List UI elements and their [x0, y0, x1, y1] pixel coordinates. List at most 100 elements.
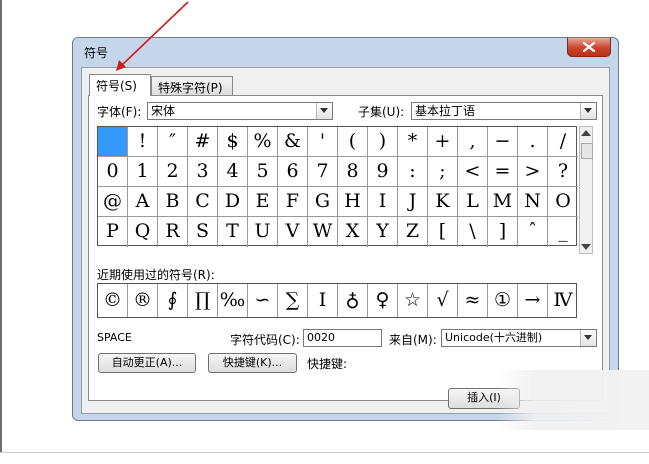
- symbol-cell[interactable]: G: [308, 187, 338, 217]
- scrollbar-thumb[interactable]: [581, 143, 593, 159]
- symbol-cell[interactable]: 4: [218, 157, 248, 187]
- symbol-cell[interactable]: X: [338, 217, 368, 247]
- symbol-cell[interactable]: R: [158, 217, 188, 247]
- recent-symbol-cell[interactable]: ①: [488, 284, 518, 317]
- symbol-cell[interactable]: 2: [158, 157, 188, 187]
- symbol-cell[interactable]: /: [548, 127, 578, 157]
- symbol-cell[interactable]: L: [458, 187, 488, 217]
- symbol-cell[interactable]: <: [458, 157, 488, 187]
- symbol-cell[interactable]: 5: [248, 157, 278, 187]
- tab-symbols[interactable]: 符号(S): [89, 74, 151, 96]
- symbol-cell[interactable]: P: [98, 217, 128, 247]
- symbol-cell[interactable]: V: [278, 217, 308, 247]
- recent-symbol-cell[interactable]: →: [518, 284, 548, 317]
- recent-symbol-cell[interactable]: ∑: [278, 284, 308, 317]
- font-dropdown-button[interactable]: [316, 103, 332, 119]
- font-select[interactable]: 宋体: [147, 102, 333, 120]
- symbol-cell[interactable]: D: [218, 187, 248, 217]
- symbol-cell[interactable]: 6: [278, 157, 308, 187]
- symbol-cell[interactable]: ˆ: [518, 217, 548, 247]
- recent-symbol-cell[interactable]: Ⅰ: [308, 284, 338, 317]
- symbol-cell[interactable]: J: [398, 187, 428, 217]
- symbol-cell[interactable]: +: [428, 127, 458, 157]
- recent-symbol-cell[interactable]: ©: [98, 284, 128, 317]
- recent-symbol-cell[interactable]: √: [428, 284, 458, 317]
- from-dropdown-button[interactable]: [580, 330, 596, 346]
- symbol-cell[interactable]: 3: [188, 157, 218, 187]
- symbol-cell[interactable]: #: [188, 127, 218, 157]
- symbol-cell[interactable]: Y: [368, 217, 398, 247]
- recent-symbol-cell[interactable]: Ⅳ: [548, 284, 578, 317]
- symbol-cell[interactable]: 7: [308, 157, 338, 187]
- recent-symbol-cell[interactable]: ☆: [398, 284, 428, 317]
- symbol-cell[interactable]: W: [308, 217, 338, 247]
- subset-select[interactable]: 基本拉丁语: [411, 102, 597, 120]
- shortcut-key-button[interactable]: 快捷键(K)...: [208, 353, 297, 373]
- recent-symbol-cell[interactable]: ∏: [188, 284, 218, 317]
- symbol-cell[interactable]: .: [518, 127, 548, 157]
- symbol-cell[interactable]: O: [548, 187, 578, 217]
- from-select-value: Unicode(十六进制): [445, 331, 543, 344]
- recent-symbol-cell[interactable]: ≈: [458, 284, 488, 317]
- symbol-cell[interactable]: ): [368, 127, 398, 157]
- symbol-cell[interactable]: ': [308, 127, 338, 157]
- symbol-cell[interactable]: H: [338, 187, 368, 217]
- symbol-cell[interactable]: A: [128, 187, 158, 217]
- symbol-cell[interactable]: I: [368, 187, 398, 217]
- close-button[interactable]: [567, 38, 611, 57]
- symbol-grid-scrollbar[interactable]: [579, 126, 593, 254]
- symbol-cell[interactable]: E: [248, 187, 278, 217]
- symbol-cell[interactable]: M: [488, 187, 518, 217]
- symbol-cell[interactable]: ;: [428, 157, 458, 187]
- subset-label: 子集(U):: [358, 105, 405, 119]
- symbol-cell[interactable]: (: [338, 127, 368, 157]
- symbol-cell[interactable]: :: [398, 157, 428, 187]
- symbol-cell[interactable]: S: [188, 217, 218, 247]
- recent-symbol-cell[interactable]: ∮: [158, 284, 188, 317]
- symbol-cell[interactable]: B: [158, 187, 188, 217]
- symbol-cell[interactable]: ?: [548, 157, 578, 187]
- symbol-cell[interactable]: U: [248, 217, 278, 247]
- symbol-cell[interactable]: −: [488, 127, 518, 157]
- symbol-cell[interactable]: $: [218, 127, 248, 157]
- symbol-cell[interactable]: !: [128, 127, 158, 157]
- recent-symbol-cell[interactable]: ‰: [218, 284, 248, 317]
- symbol-cell[interactable]: [98, 127, 128, 157]
- recent-symbol-cell[interactable]: ®: [128, 284, 158, 317]
- symbol-cell[interactable]: %: [248, 127, 278, 157]
- symbol-cell[interactable]: T: [218, 217, 248, 247]
- blurred-region: [496, 370, 649, 430]
- symbol-cell[interactable]: 8: [338, 157, 368, 187]
- symbol-cell[interactable]: Z: [398, 217, 428, 247]
- subset-dropdown-button[interactable]: [580, 103, 596, 119]
- tab-special-characters[interactable]: 特殊字符(P): [151, 76, 233, 96]
- recent-symbol-cell[interactable]: ∽: [248, 284, 278, 317]
- symbol-cell[interactable]: ]: [488, 217, 518, 247]
- symbol-cell[interactable]: =: [488, 157, 518, 187]
- symbol-cell[interactable]: *: [398, 127, 428, 157]
- symbol-cell[interactable]: \: [458, 217, 488, 247]
- symbol-cell[interactable]: _: [548, 217, 578, 247]
- symbol-cell[interactable]: Q: [128, 217, 158, 247]
- symbol-cell[interactable]: K: [428, 187, 458, 217]
- recent-symbol-cell[interactable]: ♁: [338, 284, 368, 317]
- symbol-cell[interactable]: [: [428, 217, 458, 247]
- char-code-input[interactable]: 0020: [303, 329, 382, 347]
- from-select[interactable]: Unicode(十六进制): [441, 329, 597, 347]
- char-code-label: 字符代码(C):: [230, 333, 300, 347]
- symbol-cell[interactable]: ,: [458, 127, 488, 157]
- recent-symbol-cell[interactable]: ♀: [368, 284, 398, 317]
- scroll-up-icon[interactable]: [581, 130, 591, 136]
- symbol-cell[interactable]: 1: [128, 157, 158, 187]
- symbol-cell[interactable]: &: [278, 127, 308, 157]
- symbol-cell[interactable]: >: [518, 157, 548, 187]
- symbol-cell[interactable]: @: [98, 187, 128, 217]
- symbol-cell[interactable]: ″: [158, 127, 188, 157]
- symbol-cell[interactable]: 9: [368, 157, 398, 187]
- symbol-cell[interactable]: C: [188, 187, 218, 217]
- symbol-cell[interactable]: 0: [98, 157, 128, 187]
- symbol-cell[interactable]: N: [518, 187, 548, 217]
- scroll-down-icon[interactable]: [581, 244, 591, 250]
- autocorrect-button[interactable]: 自动更正(A)...: [98, 353, 196, 373]
- symbol-cell[interactable]: F: [278, 187, 308, 217]
